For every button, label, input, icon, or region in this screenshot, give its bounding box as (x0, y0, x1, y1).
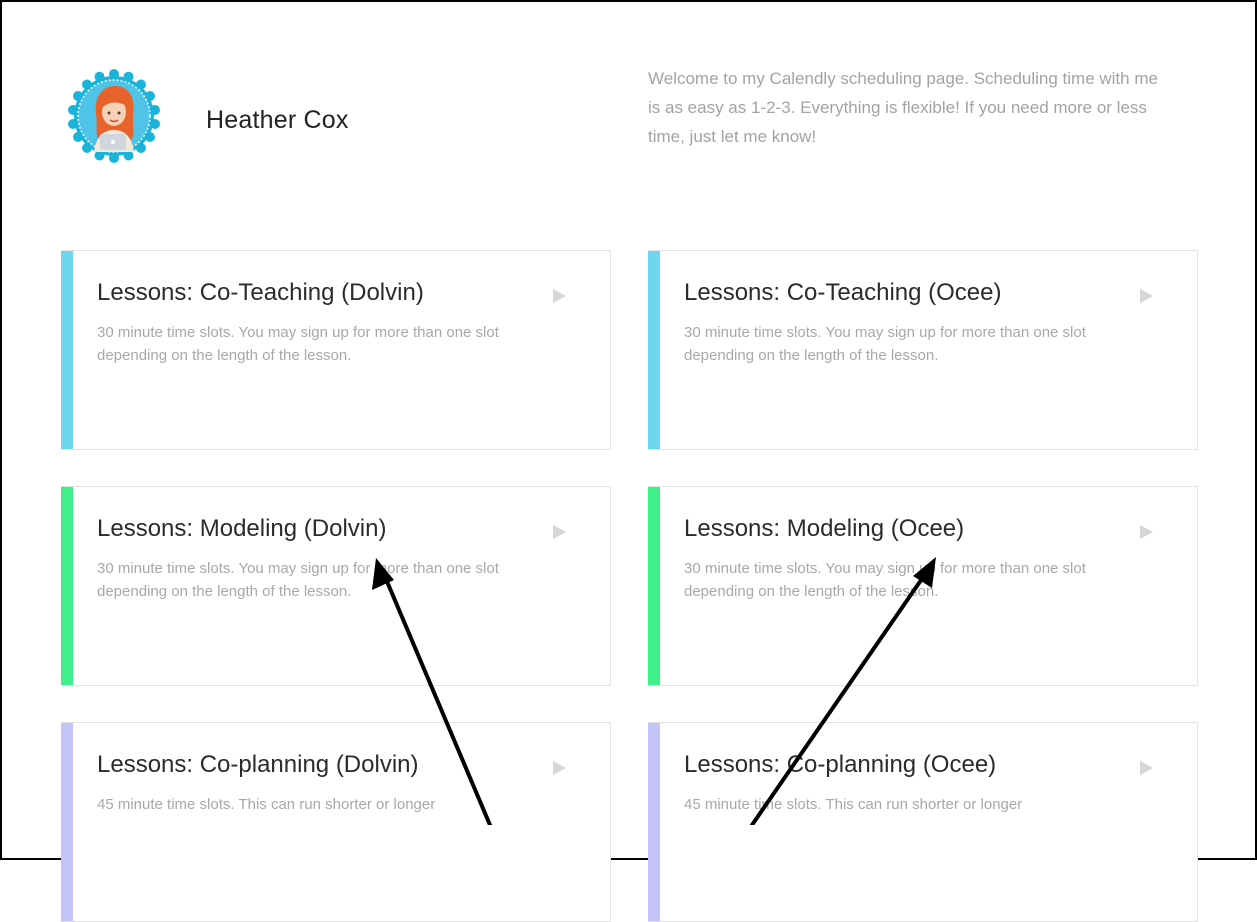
event-color-bar (61, 487, 73, 685)
event-card-co-planning-dolvin[interactable]: Lessons: Co-planning (Dolvin) 45 minute … (61, 722, 611, 922)
event-color-bar (61, 251, 73, 449)
play-triangle-icon[interactable] (553, 525, 566, 539)
event-title[interactable]: Lessons: Modeling (Ocee) (684, 515, 964, 543)
event-card-modeling-ocee[interactable]: Lessons: Modeling (Ocee) 30 minute time … (648, 486, 1198, 686)
play-triangle-icon[interactable] (553, 289, 566, 303)
owner-name: Heather Cox (206, 106, 349, 134)
event-description: 45 minute time slots. This can run short… (97, 796, 436, 813)
event-color-bar (61, 723, 73, 921)
event-card-co-planning-ocee[interactable]: Lessons: Co-planning (Ocee) 45 minute ti… (648, 722, 1198, 922)
event-description: 45 minute time slots. This can run short… (684, 796, 1023, 813)
event-title[interactable]: Lessons: Co-planning (Ocee) (684, 751, 996, 779)
event-card-modeling-dolvin[interactable]: Lessons: Modeling (Dolvin) 30 minute tim… (61, 486, 611, 686)
profile-header: Heather Cox Welcome to my Calendly sched… (0, 0, 1257, 200)
event-color-bar (648, 251, 660, 449)
event-description: 30 minute time slots. You may sign up fo… (684, 324, 1086, 364)
welcome-message: Welcome to my Calendly scheduling page. … (648, 69, 1158, 146)
play-triangle-icon[interactable] (1140, 525, 1153, 539)
event-title[interactable]: Lessons: Modeling (Dolvin) (97, 515, 386, 543)
play-triangle-icon[interactable] (1140, 761, 1153, 775)
event-title[interactable]: Lessons: Co-Teaching (Ocee) (684, 279, 1001, 307)
event-card-co-teaching-ocee[interactable]: Lessons: Co-Teaching (Ocee) 30 minute ti… (648, 250, 1198, 450)
event-description: 30 minute time slots. You may sign up fo… (684, 560, 1086, 600)
event-description: 30 minute time slots. You may sign up fo… (97, 324, 499, 364)
event-title[interactable]: Lessons: Co-planning (Dolvin) (97, 751, 419, 779)
event-title[interactable]: Lessons: Co-Teaching (Dolvin) (97, 279, 424, 307)
event-description: 30 minute time slots. You may sign up fo… (97, 560, 499, 600)
avatar (66, 68, 162, 164)
play-triangle-icon[interactable] (1140, 289, 1153, 303)
event-color-bar (648, 487, 660, 685)
event-card-co-teaching-dolvin[interactable]: Lessons: Co-Teaching (Dolvin) 30 minute … (61, 250, 611, 450)
event-color-bar (648, 723, 660, 921)
play-triangle-icon[interactable] (553, 761, 566, 775)
avatar-icon (68, 69, 160, 163)
